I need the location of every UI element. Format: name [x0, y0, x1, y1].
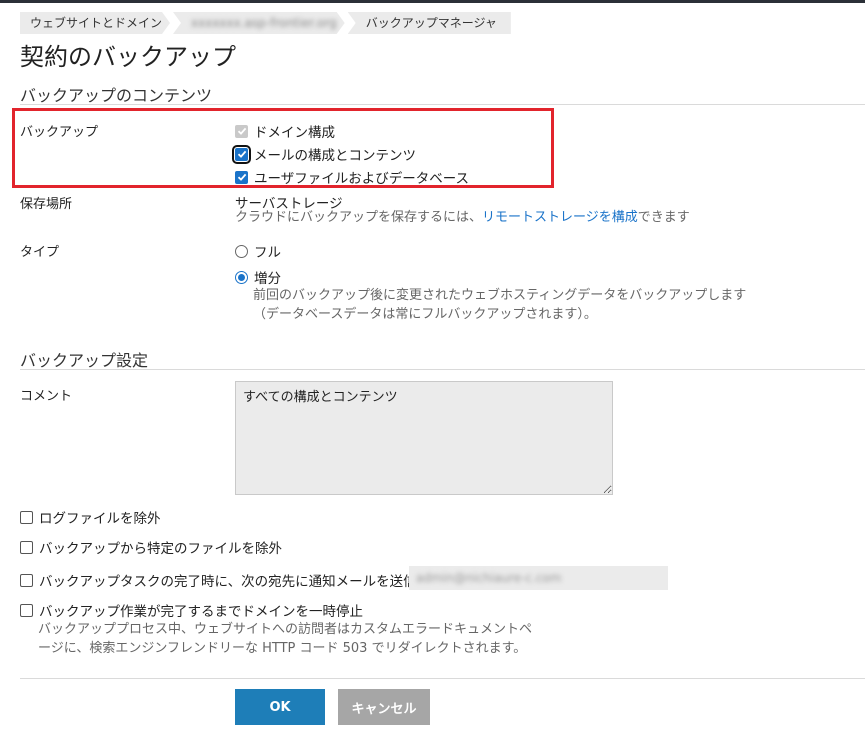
section-divider	[20, 369, 865, 370]
type-label: タイプ	[20, 245, 60, 260]
notify-email-input[interactable]: admin@nichiaure-c.com	[409, 566, 668, 590]
incremental-hint-1: 前回のバックアップ後に変更されたウェブホスティングデータをバックアップします	[253, 288, 747, 303]
type-full-option[interactable]: フル	[235, 241, 281, 261]
notify-email-option[interactable]: バックアップタスクの完了時に、次の宛先に通知メールを送信	[20, 570, 417, 590]
suspend-domain-option[interactable]: バックアップ作業が完了するまでドメインを一時停止	[20, 600, 363, 620]
suspend-hint-2: ージに、検索エンジンフレンドリーな HTTP コード 503 でリダイレクトされ…	[38, 641, 527, 656]
option-label: フル	[254, 245, 281, 261]
section-title-content: バックアップのコンテンツ	[20, 86, 213, 105]
top-bar	[0, 0, 865, 3]
radio-incremental[interactable]	[235, 270, 248, 284]
checkbox-suspend-domain[interactable]	[20, 603, 33, 617]
footer-divider	[20, 678, 865, 679]
option-label: 増分	[254, 271, 281, 287]
storage-label: 保存場所	[20, 197, 73, 212]
comment-label: コメント	[20, 389, 73, 404]
breadcrumb-item-websites[interactable]: ウェブサイトとドメイン	[20, 12, 170, 34]
option-label: バックアップ作業が完了するまでドメインを一時停止	[39, 604, 363, 620]
option-label: バックアップタスクの完了時に、次の宛先に通知メールを送信	[39, 574, 417, 590]
section-title-settings: バックアップ設定	[20, 351, 149, 370]
exclude-logs-option[interactable]: ログファイルを除外	[20, 507, 161, 527]
suspend-hint-1: バックアッププロセス中、ウェブサイトへの訪問者はカスタムエラードキュメントペ	[38, 622, 533, 637]
checkbox-exclude-logs[interactable]	[20, 510, 33, 524]
incremental-hint-2: （データベースデータは常にフルバックアップされます）。	[253, 307, 597, 322]
storage-hint: クラウドにバックアップを保存するには、リモートストレージを構成できます	[235, 210, 690, 225]
checkbox-notify-email[interactable]	[20, 573, 33, 587]
ok-button[interactable]: OK	[235, 689, 325, 725]
remote-storage-link[interactable]: リモートストレージを構成	[482, 210, 638, 225]
breadcrumb-item-domain[interactable]: xxxxxxx.asp-frontier.org	[173, 12, 345, 34]
option-label: ログファイルを除外	[39, 511, 161, 527]
radio-full[interactable]	[235, 244, 248, 258]
page-title: 契約のバックアップ	[20, 43, 236, 71]
option-label: バックアップから特定のファイルを除外	[39, 541, 282, 557]
exclude-files-option[interactable]: バックアップから特定のファイルを除外	[20, 537, 282, 557]
section-divider	[20, 104, 865, 105]
cancel-button[interactable]: キャンセル	[338, 689, 430, 725]
type-incremental-option[interactable]: 増分	[235, 267, 281, 287]
breadcrumb-item-backup-manager[interactable]: バックアップマネージャ	[347, 12, 511, 34]
comment-textarea[interactable]: すべての構成とコンテンツ	[235, 381, 613, 495]
breadcrumb: ウェブサイトとドメイン xxxxxxx.asp-frontier.org バック…	[20, 12, 514, 34]
checkbox-exclude-files[interactable]	[20, 540, 33, 554]
highlight-box	[12, 108, 554, 188]
